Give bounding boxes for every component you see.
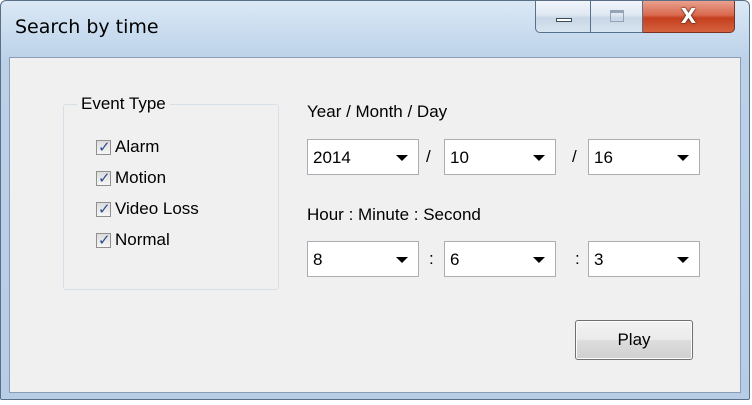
normal-label: Normal — [115, 230, 170, 249]
date-label: Year / Month / Day — [307, 102, 448, 121]
minute-value: 6 — [450, 250, 460, 269]
normal-checkbox[interactable]: ✓ — [96, 230, 111, 249]
caption-buttons: X — [535, 1, 735, 33]
motion-checkbox-row[interactable]: ✓ Motion — [96, 167, 166, 189]
motion-label: Motion — [115, 168, 167, 187]
chevron-down-icon — [533, 257, 545, 263]
maximize-icon — [610, 10, 624, 22]
checkmark-icon: ✓ — [98, 199, 111, 218]
date-separator: / — [426, 147, 431, 166]
day-dropdown[interactable]: 16 — [588, 139, 700, 175]
month-value: 10 — [450, 148, 469, 167]
motion-checkbox[interactable]: ✓ — [96, 168, 111, 187]
title-bar[interactable]: Search by time X — [1, 1, 749, 57]
time-separator: : — [429, 249, 434, 268]
close-button[interactable]: X — [643, 1, 735, 33]
video-loss-label: Video Loss — [115, 199, 199, 218]
chevron-down-icon — [396, 155, 408, 161]
event-type-legend: Event Type — [77, 94, 170, 114]
alarm-label: Alarm — [115, 137, 160, 156]
window-title: Search by time — [15, 16, 159, 38]
date-separator: / — [572, 147, 577, 166]
year-value: 2014 — [313, 148, 351, 167]
year-dropdown[interactable]: 2014 — [307, 139, 419, 175]
month-dropdown[interactable]: 10 — [444, 139, 556, 175]
checkmark-icon: ✓ — [98, 137, 111, 156]
close-icon: X — [680, 4, 697, 28]
checkmark-icon: ✓ — [98, 230, 111, 249]
video-loss-checkbox-row[interactable]: ✓ Video Loss — [96, 198, 199, 220]
minimize-button[interactable] — [535, 1, 591, 33]
chevron-down-icon — [677, 155, 689, 161]
minimize-icon — [556, 18, 572, 22]
event-type-group: Event Type ✓ Alarm ✓ Motion ✓ Video Loss — [63, 94, 279, 290]
chevron-down-icon — [677, 257, 689, 263]
time-separator: : — [575, 249, 580, 268]
time-label: Hour : Minute : Second — [307, 205, 481, 224]
checkmark-icon: ✓ — [98, 168, 111, 187]
second-dropdown[interactable]: 3 — [588, 241, 700, 277]
chevron-down-icon — [396, 257, 408, 263]
day-value: 16 — [594, 148, 613, 167]
hour-value: 8 — [313, 250, 323, 269]
alarm-checkbox[interactable]: ✓ — [96, 137, 111, 156]
video-loss-checkbox[interactable]: ✓ — [96, 199, 111, 218]
alarm-checkbox-row[interactable]: ✓ Alarm — [96, 136, 159, 158]
normal-checkbox-row[interactable]: ✓ Normal — [96, 229, 170, 251]
second-value: 3 — [594, 250, 604, 269]
maximize-button — [591, 1, 643, 33]
minute-dropdown[interactable]: 6 — [444, 241, 556, 277]
chevron-down-icon — [533, 155, 545, 161]
hour-dropdown[interactable]: 8 — [307, 241, 419, 277]
play-button[interactable]: Play — [575, 320, 693, 360]
search-by-time-window: Search by time X Event Type ✓ Alarm ✓ Mo… — [0, 0, 750, 400]
client-area: Event Type ✓ Alarm ✓ Motion ✓ Video Loss — [9, 57, 741, 393]
